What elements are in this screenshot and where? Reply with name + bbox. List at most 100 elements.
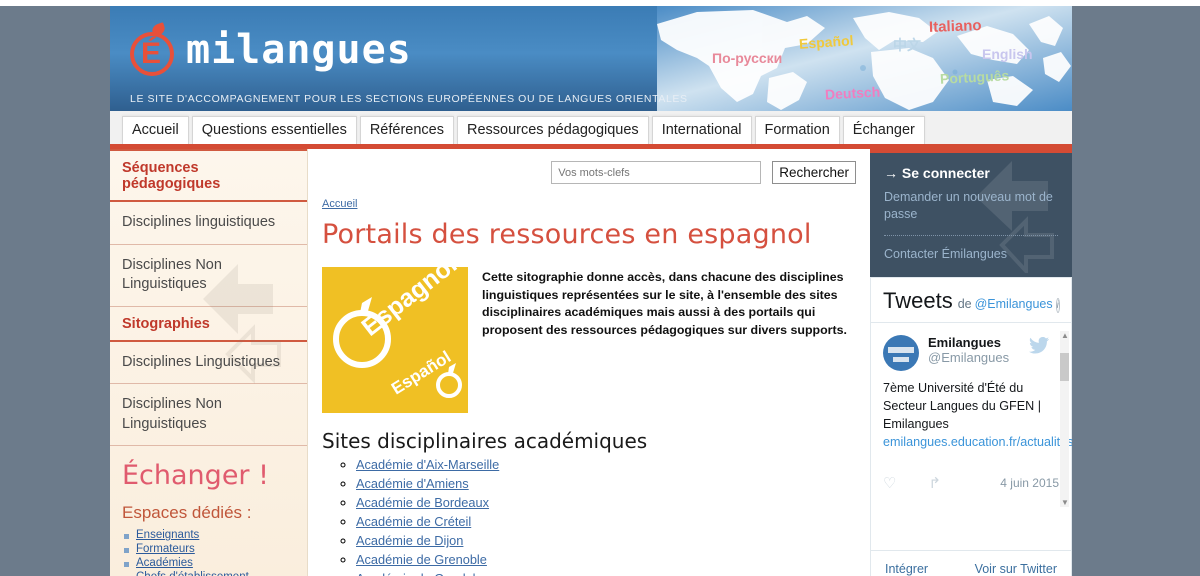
site-header: Italiano Español 中文 English По-русски Po… [110,6,1072,111]
nav-tab-questions-essentielles[interactable]: Questions essentielles [189,116,357,149]
echanger-link-enseignants[interactable]: Enseignants [136,529,199,541]
site-logo[interactable]: É milangues [128,22,412,78]
scroll-down-icon[interactable]: ▼ [1061,498,1069,507]
map-language-label: Deutsch [824,83,881,103]
list-item[interactable]: Chefs d'établissement [122,571,295,576]
academy-link-guadeloupe[interactable]: Académie de Guadeloupe [356,571,504,576]
nav-tab-formation[interactable]: Formation [752,116,840,149]
embed-link[interactable]: Intégrer [885,562,928,576]
map-language-label: 中文 [893,37,921,53]
tweet-author-name[interactable]: Emilangues [928,335,1009,350]
twitter-heading-de: de [957,296,972,311]
echanger-link-list: Enseignants Formateurs Académies Chefs d… [122,529,295,576]
twitter-widget-header: Tweets de @Emilangues i [871,278,1071,322]
nav-tab-international[interactable]: International [649,116,752,149]
password-reset-link[interactable]: Demander un nouveau mot de passe [884,189,1058,223]
right-sidebar: → Se connecter Demander un nouveau mot d… [870,149,1072,576]
scrollbar-thumb[interactable] [1060,352,1069,381]
tweet-item: ▲ ▼ Emilangues @Emilangues 7ème Universi… [871,321,1072,550]
tweet-date: 4 juin 2015 [1000,475,1059,490]
echanger-link-academies[interactable]: Académies [136,557,193,569]
like-icon[interactable]: ♡ [883,474,896,492]
section-title-sites-disciplinaires: Sites disciplinaires académiques [322,429,648,453]
map-language-label: Italiano [928,17,982,36]
scroll-up-icon[interactable]: ▲ [1061,331,1069,340]
view-on-twitter-link[interactable]: Voir sur Twitter [975,562,1057,576]
echanger-link-formateurs[interactable]: Formateurs [136,543,195,555]
twitter-bird-icon [1029,336,1049,354]
map-language-label: По-русски [712,50,783,66]
list-item[interactable]: Académie d'Amiens [356,476,856,491]
twitter-widget: Tweets de @Emilangues i ▲ ▼ Emilangues @… [870,276,1072,576]
list-item[interactable]: Académie de Créteil [356,514,856,529]
list-item[interactable]: Académie de Dijon [356,533,856,548]
nav-tab-echanger[interactable]: Échanger [840,116,925,149]
breadcrumb-link-accueil[interactable]: Accueil [322,198,357,210]
espagnol-badge: Espagnol Español [322,267,468,413]
echanger-block: Échanger ! Espaces dédiés : Enseignants … [110,446,307,576]
academy-link-creteil[interactable]: Académie de Créteil [356,514,471,529]
search-input[interactable] [551,161,762,184]
intro-block: Espagnol Español Cette sitographie donne… [322,267,856,413]
breadcrumb: Accueil [322,198,856,210]
tweet-author-names: Emilangues @Emilangues [928,335,1009,365]
badge-word-es: Español [388,347,454,398]
map-language-label: English [982,46,1033,62]
reply-icon[interactable]: ↱ [928,474,941,492]
echanger-title: Échanger ! [122,460,269,492]
logo-wordmark: milangues [186,27,412,73]
list-item[interactable]: Académie de Grenoble [356,552,856,567]
academy-link-bordeaux[interactable]: Académie de Bordeaux [356,495,489,510]
avatar [883,334,919,371]
tweet-text: 7ème Université d'Été du Secteur Langues… [883,379,1072,452]
academy-link-amiens[interactable]: Académie d'Amiens [356,476,469,491]
list-item[interactable]: Académie de Guadeloupe [356,571,856,576]
login-link[interactable]: → Se connecter [884,165,1058,181]
logo-letter: É [141,37,162,70]
scrollbar[interactable]: ▲ ▼ [1060,330,1069,507]
list-item[interactable]: Académie de Bordeaux [356,495,856,510]
twitter-account-link[interactable]: @Emilangues [975,297,1053,311]
page-container: Italiano Español 中文 English По-русски Po… [110,6,1072,576]
list-item[interactable]: Enseignants [122,529,295,541]
badge-word-fr: Espagnol [356,267,462,342]
tweet-link[interactable]: emilangues.education.fr/actualites/201… [883,435,1072,449]
academy-link-aix-marseille[interactable]: Académie d'Aix-Marseille [356,457,499,472]
sidebar-heading-sequences: Séquences pédagogiques [110,151,307,202]
tweet-author: Emilangues @Emilangues [883,334,1059,371]
main-navigation: Accueil Questions essentielles Référence… [110,111,1072,149]
echanger-link-chefs-etablissement[interactable]: Chefs d'établissement [136,571,249,576]
page-title: Portails des ressources en espagnol [322,219,812,250]
page-columns: Séquences pédagogiques Disciplines lingu… [110,149,1072,576]
academies-list: Académie d'Aix-Marseille Académie d'Amie… [356,457,856,576]
tweet-actions: ♡ ↱ 4 juin 2015 [883,474,1059,492]
nav-tab-ressources-pedagogiques[interactable]: Ressources pédagogiques [454,116,649,149]
left-sidebar: Séquences pédagogiques Disciplines lingu… [110,149,308,576]
list-item[interactable]: Formateurs [122,543,295,555]
nav-tab-references[interactable]: Références [357,116,454,149]
arrows-watermark [203,264,281,384]
nav-tab-accueil[interactable]: Accueil [120,116,189,149]
academy-link-dijon[interactable]: Académie de Dijon [356,533,463,548]
search-bar: Rechercher [322,149,856,184]
espagnol-badge-svg: Espagnol Español [333,267,462,398]
academy-link-grenoble[interactable]: Académie de Grenoble [356,552,487,567]
nav-tab-list: Accueil Questions essentielles Référence… [120,116,928,149]
connect-panel: → Se connecter Demander un nouveau mot d… [870,149,1072,277]
info-icon[interactable]: i [1055,297,1060,313]
contact-link[interactable]: Contacter Émilangues [884,246,1058,263]
search-button[interactable]: Rechercher [772,161,856,184]
list-item[interactable]: Académies [122,557,295,569]
main-content: Rechercher Accueil Portails des ressourc… [308,149,870,576]
world-map-banner: Italiano Español 中文 English По-русски Po… [657,6,1072,111]
list-item[interactable]: Académie d'Aix-Marseille [356,457,856,472]
divider [884,234,1058,236]
sidebar-item-disciplines-linguistiques[interactable]: Disciplines linguistiques [110,202,307,245]
twitter-widget-footer: Intégrer Voir sur Twitter [871,549,1071,576]
tweet-body: 7ème Université d'Été du Secteur Langues… [883,380,1041,432]
twitter-heading: Tweets [883,287,953,313]
intro-paragraph: Cette sitographie donne accès, dans chac… [482,270,847,338]
echanger-subtitle: Espaces dédiés : [122,503,252,523]
site-tagline: LE SITE D'ACCOMPAGNEMENT POUR LES SECTIO… [130,93,688,105]
tweet-author-handle[interactable]: @Emilangues [928,350,1009,365]
